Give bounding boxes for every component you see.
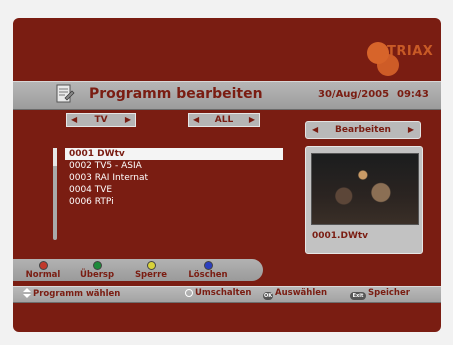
arrow-right-icon[interactable]: ▶: [249, 115, 255, 124]
time-display: 09:43: [397, 89, 429, 100]
type-selector[interactable]: ◀ TV ▶: [66, 113, 136, 127]
key-skip-label: Übersp: [79, 270, 115, 280]
hint-select-label: Programm wählen: [33, 289, 121, 299]
key-skip[interactable]: Übersp: [73, 259, 121, 281]
hint-switch: Umschalten: [185, 288, 251, 298]
channel-row[interactable]: 0002 TV5 - ASIA: [65, 160, 283, 172]
edit-mode-selector[interactable]: ◀ Bearbeiten ▶: [305, 121, 421, 139]
exit-button-icon: Exit: [350, 292, 366, 300]
video-preview: [311, 153, 419, 225]
key-lock-label: Sperre: [134, 270, 168, 280]
yellow-key-icon: [146, 261, 156, 270]
hint-bar: Programm wählen Umschalten OK Auswählen E…: [13, 286, 441, 303]
blue-key-icon: [203, 261, 213, 270]
hint-switch-label: Umschalten: [195, 288, 252, 298]
channel-row[interactable]: 0006 RTPi: [65, 196, 283, 208]
edit-document-icon: [56, 84, 75, 103]
hint-select: Programm wählen: [23, 288, 120, 299]
triax-logo: TRIAX: [367, 38, 435, 76]
page-title: Programm bearbeiten: [89, 86, 263, 102]
preview-channel-label: 0001.DWtv: [312, 231, 369, 241]
hint-save-label: Speicher: [368, 288, 410, 298]
channel-row[interactable]: 0004 TVE: [65, 184, 283, 196]
hint-save: Exit Speicher: [350, 288, 410, 300]
hint-choose-label: Auswählen: [275, 288, 328, 298]
arrow-right-icon[interactable]: ▶: [125, 115, 131, 124]
logo-text: TRIAX: [387, 44, 434, 59]
tv-screen: TRIAX Programm bearbeiten 30/Aug/2005 09…: [13, 18, 441, 332]
arrow-right-icon[interactable]: ▶: [408, 125, 414, 134]
green-key-icon: [92, 261, 102, 270]
key-normal[interactable]: Normal: [19, 259, 67, 281]
channel-row[interactable]: 0003 RAI Internat: [65, 172, 283, 184]
channel-row[interactable]: 0001 DWtv: [65, 148, 283, 160]
preview-panel: 0001.DWtv: [305, 146, 423, 254]
red-key-icon: [38, 261, 48, 270]
key-delete-label: Löschen: [188, 270, 228, 280]
key-lock[interactable]: Sperre: [127, 259, 175, 281]
group-selector[interactable]: ◀ ALL ▶: [188, 113, 260, 127]
key-delete[interactable]: Löschen: [181, 259, 235, 281]
color-key-bar: Normal Übersp Sperre Löschen: [13, 259, 263, 281]
edit-mode-label: Bearbeiten: [335, 125, 391, 135]
key-normal-label: Normal: [25, 270, 61, 280]
header-bar: Programm bearbeiten 30/Aug/2005 09:43: [13, 81, 441, 110]
up-down-arrows-icon: [23, 288, 31, 298]
date-display: 30/Aug/2005: [318, 89, 390, 100]
channel-list: 0001 DWtv 0002 TV5 - ASIA 0003 RAI Inter…: [65, 148, 283, 208]
hint-choose: OK Auswählen: [263, 288, 327, 300]
ok-ring-icon: [185, 289, 193, 297]
scrollbar-thumb[interactable]: [53, 148, 57, 166]
list-scrollbar[interactable]: [53, 148, 57, 240]
ok-button-icon: OK: [263, 292, 273, 300]
